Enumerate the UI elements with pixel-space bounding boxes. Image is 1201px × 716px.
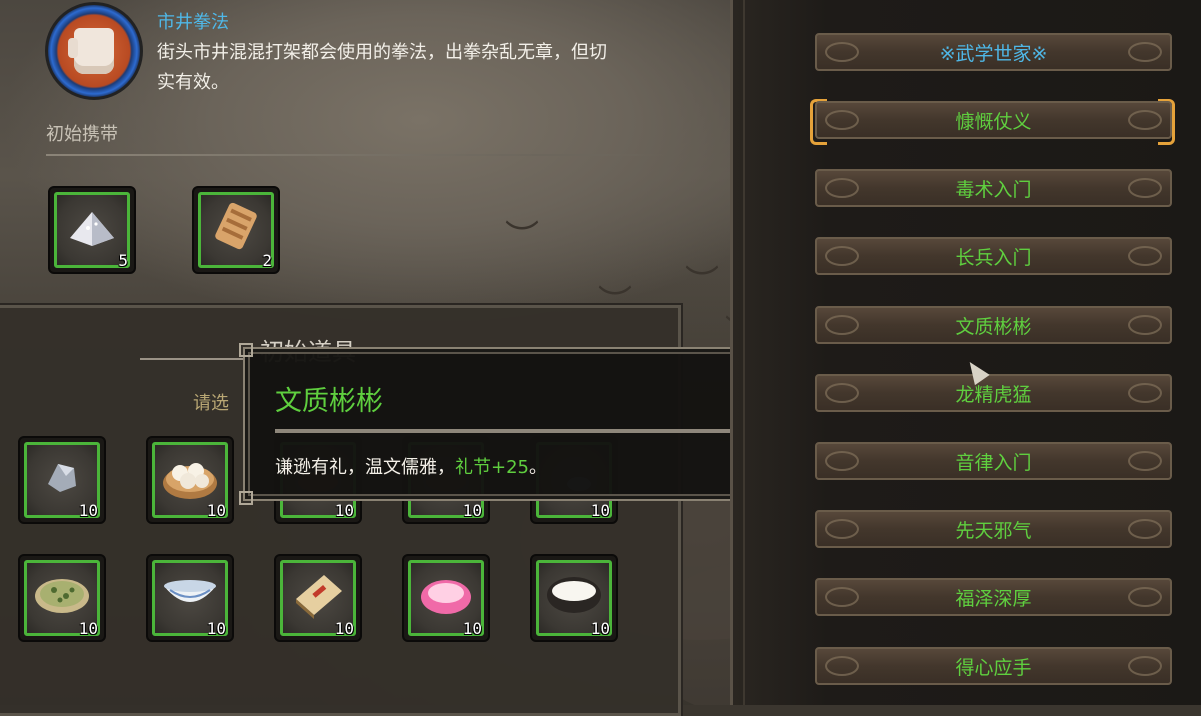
item-count: 10	[206, 501, 226, 520]
talent-label: 长兵入门	[955, 246, 1032, 269]
talent-item[interactable]: 长兵入门	[815, 237, 1172, 275]
ore-icon	[40, 454, 84, 502]
talent-label: 得心应手	[955, 656, 1032, 679]
item-count: 2	[262, 251, 272, 270]
porcelain-bowl-icon	[160, 574, 220, 618]
initial-item-slot[interactable]: 10	[274, 554, 362, 642]
tooltip-divider	[275, 429, 795, 433]
salt-pile-icon	[64, 204, 120, 252]
item-count: 10	[334, 619, 354, 638]
talent-label: 慷慨仗义	[955, 110, 1032, 133]
talent-category-header[interactable]: ※武学世家※	[815, 33, 1172, 71]
skill-name: 市井拳法	[157, 12, 229, 33]
item-count: 10	[590, 501, 610, 520]
tooltip-description: 谦逊有礼，温文儒雅，礼节+25。	[275, 453, 547, 479]
talent-item[interactable]: 先天邪气	[815, 510, 1172, 548]
item-count: 10	[590, 619, 610, 638]
initial-item-slot[interactable]: 10	[18, 436, 106, 524]
book-icon	[290, 569, 346, 623]
talent-label: 福泽深厚	[955, 587, 1032, 610]
talent-item[interactable]: 慷慨仗义	[815, 101, 1172, 139]
item-count: 10	[334, 501, 354, 520]
scroll-icon	[211, 198, 261, 258]
bird-silhouette: ︶	[505, 218, 539, 258]
initial-item-slot[interactable]: 10	[402, 554, 490, 642]
item-count: 10	[78, 619, 98, 638]
skill-description: 街头市井混混打架都会使用的拳法，出拳杂乱无章，但切 实有效。	[157, 38, 697, 98]
talent-item[interactable]: 福泽深厚	[815, 578, 1172, 616]
talent-item[interactable]: 龙精虎猛	[815, 374, 1172, 412]
talent-header-label: ※武学世家※	[939, 42, 1048, 65]
steamed-buns-icon	[160, 449, 220, 507]
carry-item-slot[interactable]: 2	[192, 186, 280, 274]
talent-item[interactable]: 毒术入门	[815, 169, 1172, 207]
skill-desc-line: 实有效。	[157, 72, 229, 93]
tooltip-desc-end: 。	[529, 457, 547, 478]
bird-silhouette: ︶	[685, 263, 719, 303]
talent-tooltip: 文质彬彬 谦逊有礼，温文儒雅，礼节+25。	[239, 343, 816, 505]
item-count: 10	[78, 501, 98, 520]
item-count: 10	[462, 501, 482, 520]
initial-carry-title: 初始携带	[46, 124, 118, 145]
divider	[46, 154, 666, 156]
talent-label: 毒术入门	[955, 178, 1032, 201]
talent-item[interactable]: 得心应手	[815, 647, 1172, 685]
initial-item-slot[interactable]: 10	[18, 554, 106, 642]
tooltip-bonus: 礼节+25	[455, 457, 529, 478]
carry-item-slot[interactable]: 5	[48, 186, 136, 274]
talent-label: 文质彬彬	[955, 315, 1032, 338]
rice-bowl-icon	[544, 571, 604, 621]
fist-skill-icon	[45, 2, 143, 100]
initial-item-slot[interactable]: 10	[530, 554, 618, 642]
talent-label: 龙精虎猛	[955, 383, 1032, 406]
item-count: 10	[462, 619, 482, 638]
talent-label: 先天邪气	[955, 519, 1032, 542]
tooltip-desc-text: 谦逊有礼，温文儒雅，	[275, 457, 455, 478]
herb-cake-icon	[32, 572, 92, 620]
talent-label: 音律入门	[955, 451, 1032, 474]
skill-desc-line: 街头市井混混打架都会使用的拳法，出拳杂乱无章，但切	[157, 42, 607, 63]
item-count: 10	[206, 619, 226, 638]
title-decoration	[140, 358, 250, 360]
initial-item-slot[interactable]: 10	[146, 554, 234, 642]
item-count: 5	[118, 251, 128, 270]
talent-item[interactable]: 音律入门	[815, 442, 1172, 480]
initial-items-subtitle: 请选	[193, 393, 229, 414]
initial-item-slot[interactable]: 10	[146, 436, 234, 524]
pink-powder-icon	[418, 571, 474, 621]
tooltip-title: 文质彬彬	[275, 386, 383, 417]
talent-item[interactable]: 文质彬彬	[815, 306, 1172, 344]
